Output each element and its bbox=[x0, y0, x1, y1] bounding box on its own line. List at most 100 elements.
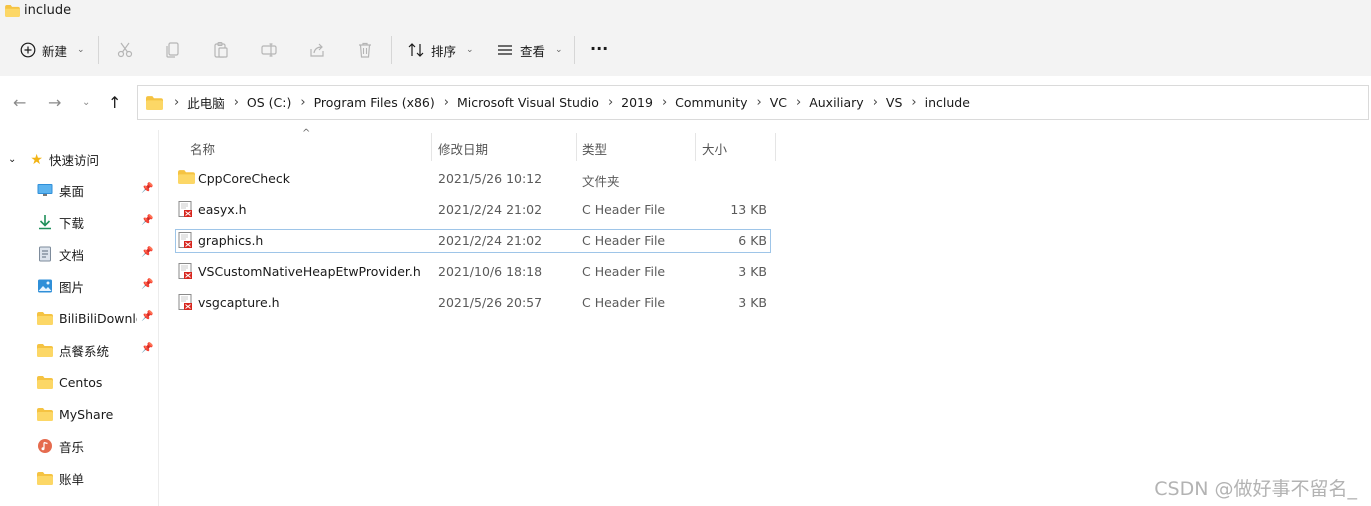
pin-icon[interactable]: 📌 bbox=[141, 279, 153, 290]
breadcrumb-vs[interactable]: VS bbox=[886, 95, 903, 110]
breadcrumb-include[interactable]: include bbox=[925, 95, 970, 110]
breadcrumb-os-c[interactable]: OS (C:) bbox=[247, 95, 291, 110]
up-arrow-icon[interactable]: ↑ bbox=[108, 93, 121, 112]
sidebar-item-label: 桌面 bbox=[59, 183, 85, 199]
table-row[interactable]: easyx.h 2021/2/24 21:02 C Header File 13… bbox=[175, 198, 771, 222]
file-date: 2021/5/26 20:57 bbox=[438, 295, 543, 310]
window-title: include bbox=[24, 3, 72, 18]
sidebar-item-downloads[interactable]: 下载 📌 bbox=[37, 212, 155, 232]
column-divider[interactable] bbox=[775, 133, 776, 161]
folder-icon bbox=[37, 311, 53, 325]
new-label: 新建 bbox=[42, 43, 68, 59]
column-header-date[interactable]: 修改日期 bbox=[438, 139, 488, 158]
folder-icon bbox=[37, 407, 53, 421]
sort-ascending-icon: ^ bbox=[302, 128, 311, 139]
title-bar: include bbox=[0, 0, 1371, 24]
breadcrumb-vc[interactable]: VC bbox=[770, 95, 787, 110]
sidebar-item-bilibili[interactable]: BiliBiliDownload 📌 bbox=[37, 308, 155, 328]
plus-circle-icon bbox=[20, 42, 36, 58]
breadcrumb-community[interactable]: Community bbox=[675, 95, 747, 110]
column-divider[interactable] bbox=[576, 133, 577, 161]
table-row-selected[interactable]: graphics.h 2021/2/24 21:02 C Header File… bbox=[175, 229, 771, 253]
pin-icon[interactable]: 📌 bbox=[141, 247, 153, 258]
toolbar-divider bbox=[98, 36, 99, 64]
desktop-icon bbox=[37, 184, 53, 196]
column-divider[interactable] bbox=[695, 133, 696, 161]
column-divider[interactable] bbox=[431, 133, 432, 161]
back-arrow-icon[interactable]: ← bbox=[13, 93, 26, 112]
file-name: VSCustomNativeHeapEtwProvider.h bbox=[198, 264, 421, 279]
breadcrumb-this-pc[interactable]: 此电脑 bbox=[187, 93, 225, 112]
sort-button[interactable]: 排序 ⌄ bbox=[407, 37, 474, 63]
sidebar-item-label: 下载 bbox=[59, 215, 85, 231]
sidebar-item-myshare[interactable]: MyShare bbox=[37, 404, 155, 424]
file-type: C Header File bbox=[582, 202, 666, 217]
quick-access[interactable]: ⌄ ★ 快速访问 bbox=[8, 150, 99, 169]
new-button[interactable]: 新建 ⌄ bbox=[20, 37, 85, 63]
delete-icon bbox=[359, 42, 371, 58]
cut-button[interactable] bbox=[112, 38, 138, 62]
file-type: 文件夹 bbox=[582, 174, 620, 189]
pin-icon[interactable]: 📌 bbox=[141, 311, 153, 322]
column-header-name[interactable]: 名称 bbox=[190, 139, 215, 158]
chevron-right-icon[interactable]: › bbox=[608, 95, 613, 110]
toolbar-divider bbox=[391, 36, 392, 64]
music-icon bbox=[38, 439, 52, 453]
share-button[interactable] bbox=[304, 38, 330, 62]
sidebar-item-desktop[interactable]: 桌面 📌 bbox=[37, 180, 155, 200]
breadcrumb-auxiliary[interactable]: Auxiliary bbox=[809, 95, 864, 110]
sidebar-item-centos[interactable]: Centos bbox=[37, 372, 155, 392]
chevron-down-icon: ⌄ bbox=[77, 45, 85, 55]
recent-chevron-icon[interactable]: ⌄ bbox=[82, 97, 90, 108]
chevron-right-icon[interactable]: › bbox=[796, 95, 801, 110]
star-icon: ★ bbox=[30, 151, 43, 168]
breadcrumb-microsoft-visual-studio[interactable]: Microsoft Visual Studio bbox=[457, 95, 599, 110]
file-type: C Header File bbox=[582, 264, 666, 279]
more-button[interactable]: ··· bbox=[590, 35, 608, 61]
sidebar-item-label: MyShare bbox=[59, 406, 114, 422]
pin-icon[interactable]: 📌 bbox=[141, 343, 153, 354]
folder-icon bbox=[37, 471, 53, 485]
header-file-icon bbox=[178, 201, 192, 217]
folder-icon bbox=[37, 343, 53, 357]
chevron-right-icon[interactable]: › bbox=[873, 95, 878, 110]
column-header-size[interactable]: 大小 bbox=[702, 139, 727, 158]
chevron-right-icon[interactable]: › bbox=[300, 95, 305, 110]
sidebar-item-label: 音乐 bbox=[59, 439, 85, 455]
chevron-right-icon[interactable]: › bbox=[234, 95, 239, 110]
table-row[interactable]: VSCustomNativeHeapEtwProvider.h 2021/10/… bbox=[175, 260, 771, 284]
chevron-down-icon[interactable]: ⌄ bbox=[8, 154, 16, 165]
folder-icon bbox=[178, 170, 195, 184]
pin-icon[interactable]: 📌 bbox=[141, 183, 153, 194]
header-file-icon bbox=[178, 263, 192, 279]
copy-button[interactable] bbox=[160, 38, 186, 62]
sidebar-item-label: 点餐系统 bbox=[59, 343, 110, 359]
chevron-right-icon[interactable]: › bbox=[757, 95, 762, 110]
sidebar-item-pictures[interactable]: 图片 📌 bbox=[37, 276, 155, 296]
file-date: 2021/5/26 10:12 bbox=[438, 171, 543, 186]
view-button[interactable]: 查看 ⌄ bbox=[496, 37, 563, 63]
rename-button[interactable] bbox=[256, 38, 282, 62]
cut-icon bbox=[117, 42, 133, 58]
paste-button[interactable] bbox=[208, 38, 234, 62]
sidebar-item-music[interactable]: 音乐 bbox=[37, 436, 155, 456]
file-type: C Header File bbox=[582, 233, 666, 248]
chevron-right-icon[interactable]: › bbox=[911, 95, 916, 110]
quick-access-label: 快速访问 bbox=[48, 153, 99, 168]
address-bar[interactable]: › 此电脑 › OS (C:) › Program Files (x86) › … bbox=[137, 85, 1369, 120]
chevron-right-icon[interactable]: › bbox=[662, 95, 667, 110]
sidebar-item-bills[interactable]: 账单 bbox=[37, 468, 155, 488]
table-row[interactable]: CppCoreCheck 2021/5/26 10:12 文件夹 bbox=[175, 167, 771, 191]
breadcrumb-2019[interactable]: 2019 bbox=[621, 95, 653, 110]
delete-button[interactable] bbox=[352, 38, 378, 62]
forward-arrow-icon[interactable]: → bbox=[48, 93, 61, 112]
sidebar-item-ordering-system[interactable]: 点餐系统 📌 bbox=[37, 340, 155, 360]
sidebar-item-documents[interactable]: 文档 📌 bbox=[37, 244, 155, 264]
table-row[interactable]: vsgcapture.h 2021/5/26 20:57 C Header Fi… bbox=[175, 291, 771, 315]
column-header-type[interactable]: 类型 bbox=[582, 139, 607, 158]
chevron-right-icon[interactable]: › bbox=[444, 95, 449, 110]
breadcrumb-program-files-x86[interactable]: Program Files (x86) bbox=[314, 95, 435, 110]
file-list: ^ 名称 修改日期 类型 大小 CppCoreCheck 2021/5/26 1… bbox=[159, 128, 1371, 506]
file-date: 2021/10/6 18:18 bbox=[438, 264, 543, 279]
pin-icon[interactable]: 📌 bbox=[141, 215, 153, 226]
